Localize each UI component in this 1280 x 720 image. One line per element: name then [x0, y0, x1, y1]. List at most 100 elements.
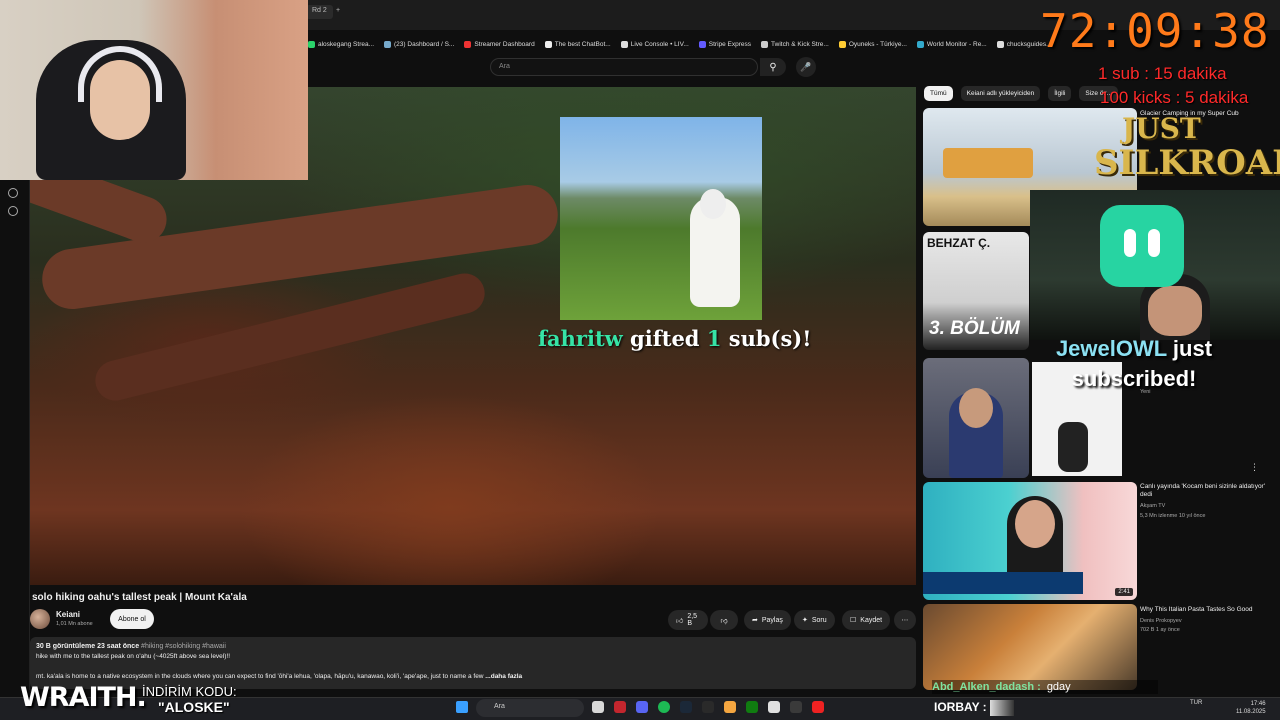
kick-logo-icon: [1100, 205, 1184, 287]
sub-text: subscribed!: [1071, 366, 1197, 391]
clock-date: 11.08.2025: [1236, 709, 1266, 715]
gift-sub-alert: fahritw gifted 1 sub(s)!: [538, 326, 811, 351]
person-face: [959, 388, 993, 428]
subscribe-button[interactable]: Abone ol: [110, 609, 154, 629]
steam-icon[interactable]: [680, 701, 692, 713]
sub-goal: 1 sub : 15 dakika: [1098, 64, 1227, 83]
bookmark-label: Oyuneks - Türkiye...: [848, 40, 907, 48]
clock[interactable]: 17:46 11.08.2025: [1236, 700, 1266, 716]
rec-thumbnail[interactable]: 2:41: [923, 482, 1137, 600]
bookmark-icon: ☐: [850, 617, 857, 624]
bookmark-label: Live Console • LIV...: [630, 40, 689, 48]
bookmark-favicon-icon: [544, 40, 552, 48]
rec-channel[interactable]: Denis Prokopyev: [1140, 617, 1182, 625]
bookmark-favicon-icon: [308, 40, 315, 48]
side-panel-strip: [0, 180, 30, 690]
hashtags[interactable]: #hiking #solohiking #hawaii: [141, 643, 226, 650]
history-icon[interactable]: [8, 188, 18, 198]
rec-title[interactable]: Canlı yayında 'Kocam beni sizinle aldatı…: [1140, 483, 1276, 499]
alert-gif: [560, 117, 762, 320]
bookmark-item[interactable]: Twitch & Kick Stre...: [761, 40, 829, 48]
like-button[interactable]: 👍︎ 2,5 B: [668, 610, 708, 630]
kick-eye: [1124, 229, 1136, 257]
person-face: [1015, 500, 1055, 548]
taskbar-search[interactable]: Ara: [476, 699, 584, 717]
task-view-icon[interactable]: [592, 701, 604, 713]
rec-thumbnail[interactable]: [923, 604, 1137, 690]
bookmark-item[interactable]: Stripe Express: [698, 40, 752, 48]
bookmark-favicon-icon: [761, 40, 769, 48]
ask-label: Soru: [811, 616, 827, 624]
microphone-icon[interactable]: 🎤: [796, 57, 816, 77]
chrome-icon[interactable]: [768, 701, 780, 713]
bookmark-item[interactable]: Live Console • LIV...: [620, 40, 689, 48]
bookmark-label: aloskegang Strea...: [318, 40, 375, 48]
channel-avatar[interactable]: [30, 609, 50, 629]
bookmark-favicon-icon: [620, 40, 628, 48]
discord-icon[interactable]: [636, 701, 648, 713]
goat-head: [700, 189, 726, 219]
new-subscriber-alert: JewelOWL just subscribed!: [1036, 334, 1232, 394]
logo-line: SILKROAD: [1094, 143, 1280, 183]
airplane: [943, 148, 1033, 178]
video-title: solo hiking oahu's tallest peak | Mount …: [32, 592, 247, 603]
obs-icon[interactable]: [812, 701, 824, 713]
settings-icon[interactable]: [8, 206, 18, 216]
channel-name[interactable]: Keiani: [56, 610, 80, 619]
bookmark-item[interactable]: Oyuneks - Türkiye...: [838, 40, 907, 48]
search-input[interactable]: Ara: [490, 58, 758, 76]
sub-user: JewelOWL: [1055, 336, 1167, 361]
more-actions-button[interactable]: ⋯: [894, 610, 916, 630]
bookmark-item[interactable]: Streamer Dashboard: [464, 40, 535, 48]
video-duration: 2:41: [1115, 588, 1133, 596]
bookmark-item[interactable]: aloskegang Strea...: [308, 40, 375, 48]
rec-meta: 5,3 Mn izlenme 10 yıl önce: [1140, 513, 1206, 519]
more-options-icon[interactable]: ⋮: [1250, 462, 1259, 473]
rec-title[interactable]: Why This Italian Pasta Tastes So Good: [1140, 606, 1276, 614]
new-tab-button[interactable]: +: [330, 5, 346, 19]
folder-icon[interactable]: [724, 701, 736, 713]
xbox-icon[interactable]: [746, 701, 758, 713]
app-icon[interactable]: [790, 701, 802, 713]
promo-label: İNDİRİM KODU:: [142, 684, 237, 699]
bookmarks-bar: aloskegang Strea... (23) Dashboard / S...…: [308, 36, 1048, 52]
browser-tab[interactable]: Rd 2: [306, 5, 333, 19]
bookmark-label: World Monitor - Re...: [926, 40, 987, 48]
save-button[interactable]: ☐ Kaydet: [842, 610, 891, 630]
bookmark-label: Twitch & Kick Stre...: [771, 40, 829, 48]
chat-emote: [990, 700, 1014, 716]
ask-button[interactable]: ✦ Soru: [794, 610, 835, 630]
chip-uploader[interactable]: Keiani adlı yükleyiciden: [960, 86, 1041, 101]
bookmark-favicon-icon: [838, 40, 846, 48]
spotify-icon[interactable]: [658, 701, 670, 713]
bookmark-item[interactable]: (23) Dashboard / S...: [384, 40, 454, 48]
gift-user: fahritw: [538, 326, 623, 351]
streamer-webcam: [0, 0, 308, 180]
windows-start-icon[interactable]: [456, 701, 468, 713]
bookmark-favicon-icon: [384, 40, 392, 48]
rec-channel[interactable]: Akşam TV: [1140, 502, 1165, 510]
bookmark-item[interactable]: The best ChatBot...: [544, 40, 611, 48]
ellipsis-icon: ⋯: [901, 617, 909, 624]
share-button[interactable]: ➦ Paylaş: [744, 610, 791, 630]
rec-thumbnail[interactable]: [923, 358, 1029, 478]
epic-games-icon[interactable]: [702, 701, 714, 713]
recommendation-chips: Tümü Keiani adlı yükleyiciden İlgili Siz…: [924, 86, 1119, 101]
description-text: mt. ka'ala is home to a native ecosystem…: [36, 673, 522, 680]
rec-thumbnail[interactable]: BEHZAT Ç. 3. BÖLÜM: [923, 232, 1029, 350]
show-more-link[interactable]: ...daha fazla: [484, 673, 522, 680]
just-silkroad-logo: JUST SILKROAD: [1094, 112, 1280, 180]
share-icon: ➦: [752, 617, 758, 624]
language-indicator[interactable]: TUR: [1190, 700, 1202, 706]
dislike-button[interactable]: 👎︎: [710, 610, 738, 630]
chip-all[interactable]: Tümü: [924, 86, 953, 101]
rec-meta: 702 B 1 ay önce: [1140, 627, 1180, 633]
description-text-line: mt. ka'ala is home to a native ecosystem…: [36, 673, 484, 680]
search-icon[interactable]: ⚲: [760, 58, 786, 76]
chip-related[interactable]: İlgili: [1048, 86, 1072, 101]
bookmark-item[interactable]: World Monitor - Re...: [916, 40, 987, 48]
chat-username: IORBAY :: [934, 700, 987, 714]
bookmark-label: Stripe Express: [708, 40, 752, 48]
sub-text: just: [1172, 336, 1213, 361]
opera-icon[interactable]: [614, 701, 626, 713]
